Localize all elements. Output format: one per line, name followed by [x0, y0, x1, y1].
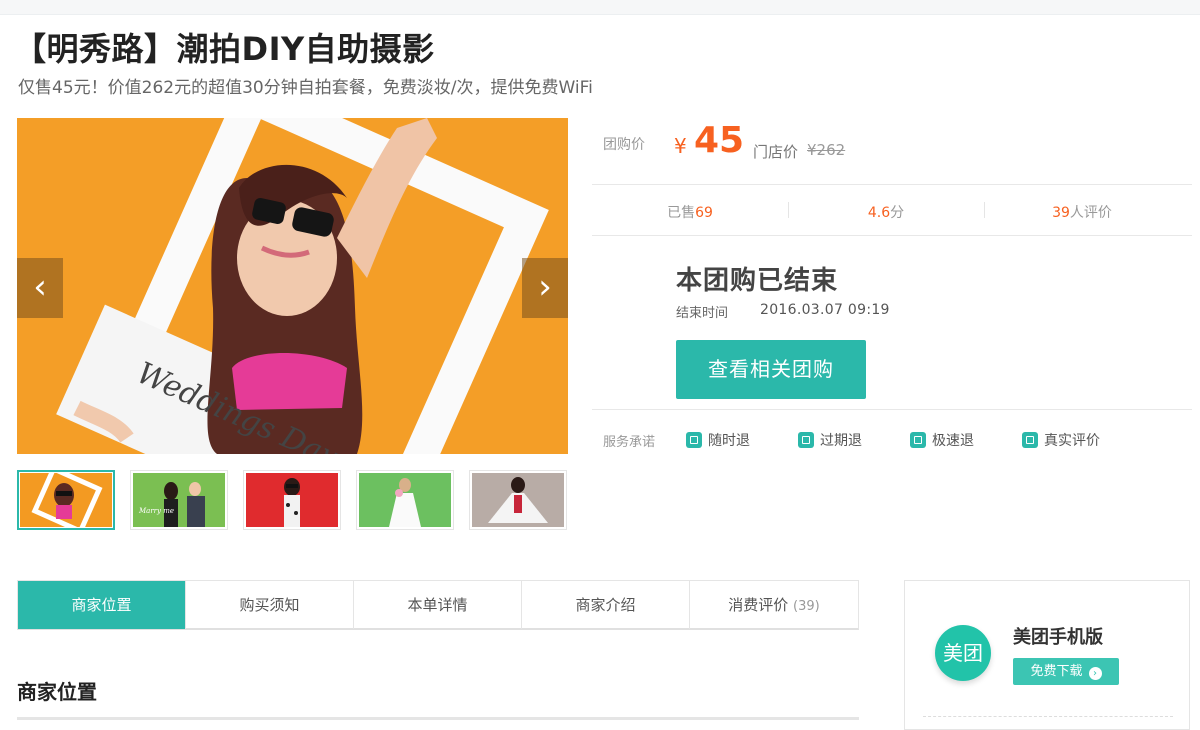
app-download-box: 美团 美团手机版 免费下载 ›	[904, 580, 1190, 730]
thumbnail-2-image: Marry me	[133, 473, 225, 527]
thumbnail-2[interactable]: Marry me	[130, 470, 228, 530]
service-expired-refund: 过期退	[798, 430, 862, 450]
tab-deal-details[interactable]: 本单详情	[354, 581, 522, 629]
divider	[592, 235, 1192, 236]
reviews-stat[interactable]: 39人评价	[984, 202, 1180, 222]
tab-label: 商家位置	[71, 596, 132, 614]
thumbnail-5[interactable]	[469, 470, 567, 530]
thumbnail-strip: Marry me	[17, 470, 577, 532]
tab-merchant-intro[interactable]: 商家介绍	[522, 581, 690, 629]
detail-tabs: 商家位置 购买须知 本单详情 商家介绍 消费评价 (39)	[17, 580, 859, 630]
service-promise-label: 服务承诺	[603, 435, 656, 450]
end-time-value: 2016.03.07 09:19	[760, 302, 890, 318]
service-item-label: 过期退	[820, 433, 862, 449]
photo-prev-button[interactable]: ‹	[17, 258, 63, 318]
store-price-label: 门店价	[753, 143, 799, 161]
calendar-icon	[910, 432, 926, 448]
tab-label: 购买须知	[239, 596, 300, 614]
deal-title: 【明秀路】潮拍DIY自助摄影	[14, 30, 435, 68]
section-underline	[17, 717, 859, 720]
thumbnail-4-image	[359, 473, 451, 527]
sold-label: 已售	[667, 205, 696, 221]
thumbnail-5-image	[472, 473, 564, 527]
view-related-deals-button[interactable]: 查看相关团购	[676, 340, 866, 399]
tab-purchase-notes[interactable]: 购买须知	[186, 581, 354, 629]
divider	[592, 184, 1192, 185]
reviews-label: 人评价	[1069, 205, 1112, 221]
deal-ended-title: 本团购已结束	[676, 266, 839, 296]
meituan-logo-icon: 美团	[935, 625, 991, 681]
group-price-label: 团购价	[603, 137, 645, 153]
thumbnail-4[interactable]	[356, 470, 454, 530]
service-real-reviews: 真实评价	[1022, 430, 1100, 450]
tab-review-count: (39)	[793, 599, 820, 614]
sold-value: 69	[695, 205, 713, 221]
group-price-value: 45	[694, 120, 745, 161]
deal-panel: 团购价 ¥ 45 门店价 ¥262 已售69 4.6分 39人评价 本团购已结束…	[592, 118, 1192, 458]
tab-label: 消费评价	[728, 596, 789, 614]
download-label: 免费下载	[1030, 664, 1083, 679]
main-photo: Weddings Day ‹ ›	[17, 118, 568, 454]
divider	[592, 409, 1192, 410]
price-currency: ¥	[674, 134, 687, 158]
section-title: 商家位置	[17, 680, 97, 704]
main-photo-image: Weddings Day	[17, 118, 568, 454]
tab-label: 商家介绍	[575, 596, 636, 614]
deal-subtitle: 仅售45元！价值262元的超值30分钟自拍套餐，免费淡妆/次，提供免费WiFi	[18, 78, 593, 98]
refund-icon	[686, 432, 702, 448]
thumbnail-1-image	[20, 473, 112, 527]
free-download-button[interactable]: 免费下载 ›	[1013, 658, 1119, 685]
thumbnail-3[interactable]	[243, 470, 341, 530]
rating-value: 4.6	[867, 205, 891, 221]
end-time-label: 结束时间	[676, 306, 729, 321]
arrow-right-icon: ›	[1088, 667, 1102, 680]
service-item-label: 随时退	[708, 433, 750, 449]
rating-stat: 4.6分	[788, 202, 984, 222]
chevron-right-icon: ›	[538, 267, 552, 307]
service-fast-refund: 极速退	[910, 430, 974, 450]
service-item-label: 极速退	[932, 433, 974, 449]
divider	[923, 716, 1173, 717]
thumbnail-1[interactable]	[17, 470, 115, 530]
clock-icon	[798, 432, 814, 448]
store-price-value: ¥262	[807, 141, 846, 159]
thumbnail-2-caption: Marry me	[138, 507, 174, 515]
service-anytime-refund: 随时退	[686, 430, 750, 450]
rating-unit: 分	[890, 205, 905, 221]
photo-next-button[interactable]: ›	[522, 258, 568, 318]
thumbnail-3-image	[246, 473, 338, 527]
app-name: 美团手机版	[1013, 627, 1103, 648]
reviews-value: 39	[1052, 205, 1070, 221]
tab-label: 本单详情	[407, 596, 468, 614]
top-strip	[0, 0, 1200, 15]
sold-stat: 已售69	[592, 202, 788, 222]
user-icon	[1022, 432, 1038, 448]
tab-reviews[interactable]: 消费评价 (39)	[690, 581, 858, 629]
tab-merchant-location[interactable]: 商家位置	[18, 581, 186, 629]
service-item-label: 真实评价	[1044, 433, 1100, 449]
chevron-left-icon: ‹	[33, 267, 47, 307]
